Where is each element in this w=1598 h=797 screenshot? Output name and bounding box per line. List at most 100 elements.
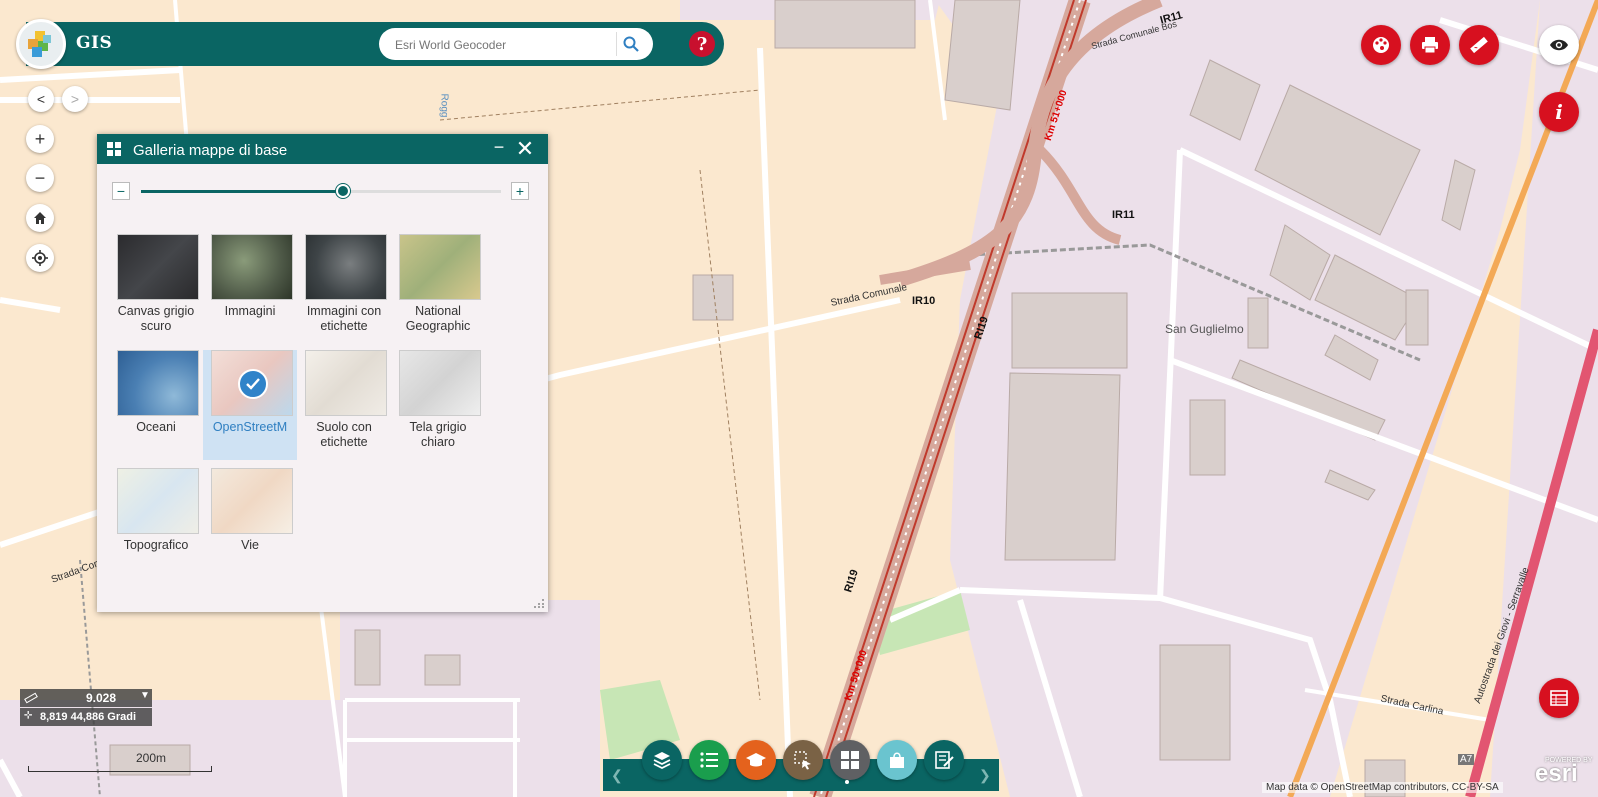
transparency-slider[interactable] [141, 184, 501, 198]
forward-button[interactable]: > [62, 86, 88, 112]
basemap-label: Topografico [123, 538, 189, 552]
tutorial-button[interactable] [736, 740, 776, 780]
add-data-button[interactable] [877, 740, 917, 780]
back-button[interactable]: < [28, 86, 54, 112]
toolbar-page-indicator [845, 780, 849, 784]
close-button[interactable]: ✕ [515, 137, 535, 161]
eye-icon [1550, 39, 1568, 51]
map-attribution: Map data © OpenStreetMap contributors, C… [1262, 782, 1503, 793]
transparency-decrease-button[interactable]: − [112, 182, 130, 200]
chevron-down-icon: ▼ [140, 690, 150, 701]
resize-handle-icon[interactable] [533, 596, 545, 608]
legend-button[interactable] [689, 740, 729, 780]
esri-logo[interactable]: esri [1535, 760, 1578, 788]
crosshair-icon: ⊹ [24, 710, 33, 721]
basemap-label: OpenStreetM [212, 420, 288, 434]
scale-widget: 9.028 ▼ ⊹ 8,819 44,886 Gradi [20, 689, 152, 727]
map-label: IR10 [912, 295, 936, 307]
printer-icon [1422, 37, 1438, 54]
light-gray-canvas-thumbnail [399, 350, 481, 416]
search-button[interactable] [616, 32, 645, 56]
locate-button[interactable] [26, 244, 54, 272]
basemap-gallery-panel: Galleria mappe di base − ✕ − + Canvas gr… [97, 134, 548, 612]
grid-icon [841, 751, 859, 769]
basemap-label: Immagini con etichette [306, 304, 382, 333]
edit-icon [935, 751, 954, 769]
map-label: Rogg [438, 93, 450, 118]
layers-icon [653, 752, 671, 770]
scale-value: 9.028 [86, 691, 117, 705]
zoom-in-button[interactable]: + [26, 125, 54, 153]
terrain-labels-thumbnail [305, 350, 387, 416]
visibility-button[interactable] [1539, 25, 1579, 65]
basemap-label: National Geographic [405, 304, 471, 333]
basemap-item[interactable]: National Geographic [391, 234, 485, 344]
topographic-thumbnail [117, 468, 199, 534]
slider-handle[interactable] [335, 184, 350, 198]
basemap-label: Vie [241, 538, 259, 552]
basemap-label: Tela grigio chiaro [409, 420, 467, 449]
home-icon [34, 212, 46, 224]
app-title: GIS [76, 33, 113, 53]
ruler-icon [24, 692, 38, 704]
panel-title: Galleria mappe di base [133, 142, 288, 159]
help-button[interactable]: ? [689, 31, 715, 57]
basemap-item[interactable]: Oceani [109, 350, 203, 460]
graduation-cap-icon [746, 753, 766, 767]
basemap-label: Canvas grigio scuro [117, 304, 195, 333]
draw-tool-button[interactable] [1361, 25, 1401, 65]
map-label: San Guglielmo [1165, 322, 1244, 336]
dark-gray-canvas-thumbnail [117, 234, 199, 300]
bag-icon [890, 752, 904, 768]
imagery-labels-thumbnail [305, 234, 387, 300]
home-button[interactable] [26, 204, 54, 232]
coordinate-value: 8,819 44,886 Gradi [40, 711, 137, 723]
locate-icon [32, 250, 48, 266]
table-icon [1550, 690, 1568, 706]
search-icon [623, 36, 639, 52]
zoom-out-button[interactable]: − [26, 164, 54, 192]
palette-icon [1373, 37, 1389, 53]
select-icon [794, 751, 811, 770]
basemap-label: Suolo con etichette [316, 420, 372, 449]
measure-button[interactable] [1459, 25, 1499, 65]
basemap-item[interactable]: Immagini con etichette [297, 234, 391, 344]
basemap-item[interactable]: Topografico [109, 468, 203, 578]
streets-thumbnail [211, 468, 293, 534]
info-button[interactable]: i [1539, 92, 1579, 132]
panel-header[interactable]: Galleria mappe di base − ✕ [97, 134, 548, 164]
print-button[interactable] [1410, 25, 1450, 65]
checkmark-icon [238, 369, 268, 399]
openstreetmap-thumbnail [211, 350, 293, 416]
highway-shield: A7 [1458, 754, 1475, 765]
basemap-item[interactable]: Tela grigio chiaro [391, 350, 485, 460]
transparency-increase-button[interactable]: + [511, 182, 529, 200]
basemap-item-selected[interactable]: OpenStreetM [203, 350, 297, 460]
query-button[interactable] [783, 740, 823, 780]
info-icon: i [1555, 100, 1563, 124]
basemap-item[interactable]: Canvas grigio scuro [109, 234, 203, 344]
grid-icon [107, 142, 121, 156]
imagery-thumbnail [211, 234, 293, 300]
edit-button[interactable] [924, 740, 964, 780]
basemap-label: Oceani [136, 420, 176, 434]
scalebar-label: 200m [136, 751, 167, 765]
basemap-item[interactable]: Suolo con etichette [297, 350, 391, 460]
toolbar-next-button[interactable]: ❯ [979, 767, 991, 784]
national-geographic-thumbnail [399, 234, 481, 300]
basemap-gallery-button[interactable] [830, 740, 870, 780]
basemap-item[interactable]: Vie [203, 468, 297, 578]
list-icon [700, 752, 718, 768]
toolbar-prev-button[interactable]: ❮ [611, 767, 623, 784]
slider-fill [141, 190, 343, 193]
layers-button[interactable] [642, 740, 682, 780]
coordinate-display: ⊹ 8,819 44,886 Gradi [20, 708, 152, 726]
ruler-icon [1470, 36, 1488, 54]
minimize-button[interactable]: − [490, 137, 508, 158]
map-label: IR11 [1112, 209, 1135, 221]
search-input[interactable] [393, 32, 617, 58]
app-logo [16, 19, 66, 69]
basemap-item[interactable]: Immagini [203, 234, 297, 344]
scale-selector[interactable]: 9.028 ▼ [20, 689, 152, 707]
attribute-table-button[interactable] [1539, 678, 1579, 718]
